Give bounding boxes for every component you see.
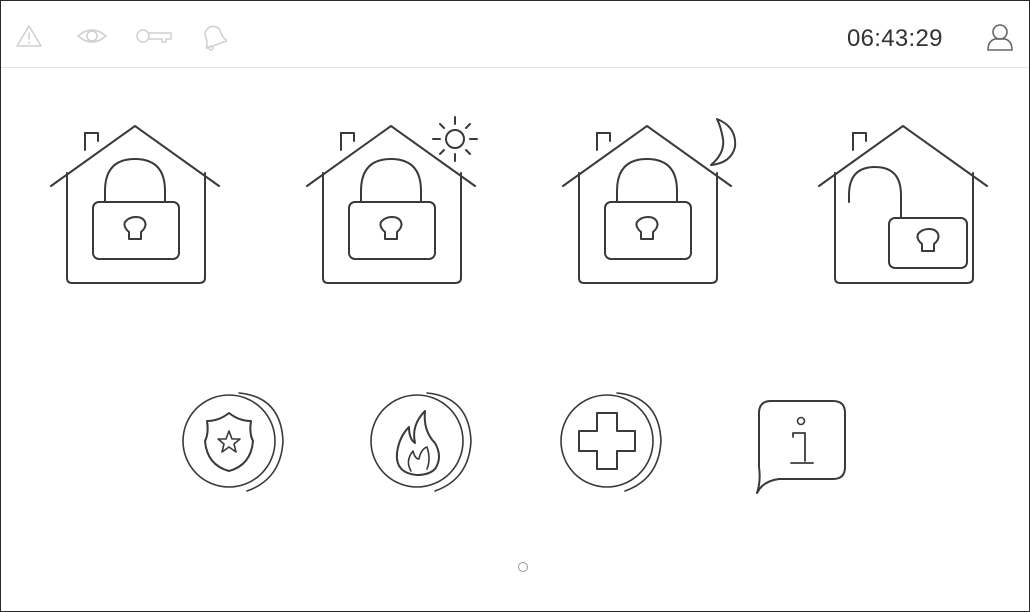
page-indicator-dot[interactable] [518,562,528,572]
arm-night-button[interactable] [561,113,743,289]
warning-icon[interactable] [15,23,43,49]
fire-alarm-button[interactable] [365,387,477,495]
status-bar: 06:43:29 [1,1,1029,68]
eye-icon[interactable] [75,23,109,49]
police-alarm-button[interactable] [177,387,289,495]
clock-time: 06:43:29 [847,25,943,52]
medical-alarm-button[interactable] [555,387,667,495]
info-button[interactable] [749,393,851,497]
bell-icon[interactable] [197,23,227,51]
alarm-panel-screen: 06:43:29 [0,0,1030,612]
arm-day-button[interactable] [305,113,487,289]
disarm-button[interactable] [817,123,993,289]
arm-full-button[interactable] [49,123,225,289]
key-icon[interactable] [134,23,174,49]
user-icon[interactable] [985,22,1015,52]
